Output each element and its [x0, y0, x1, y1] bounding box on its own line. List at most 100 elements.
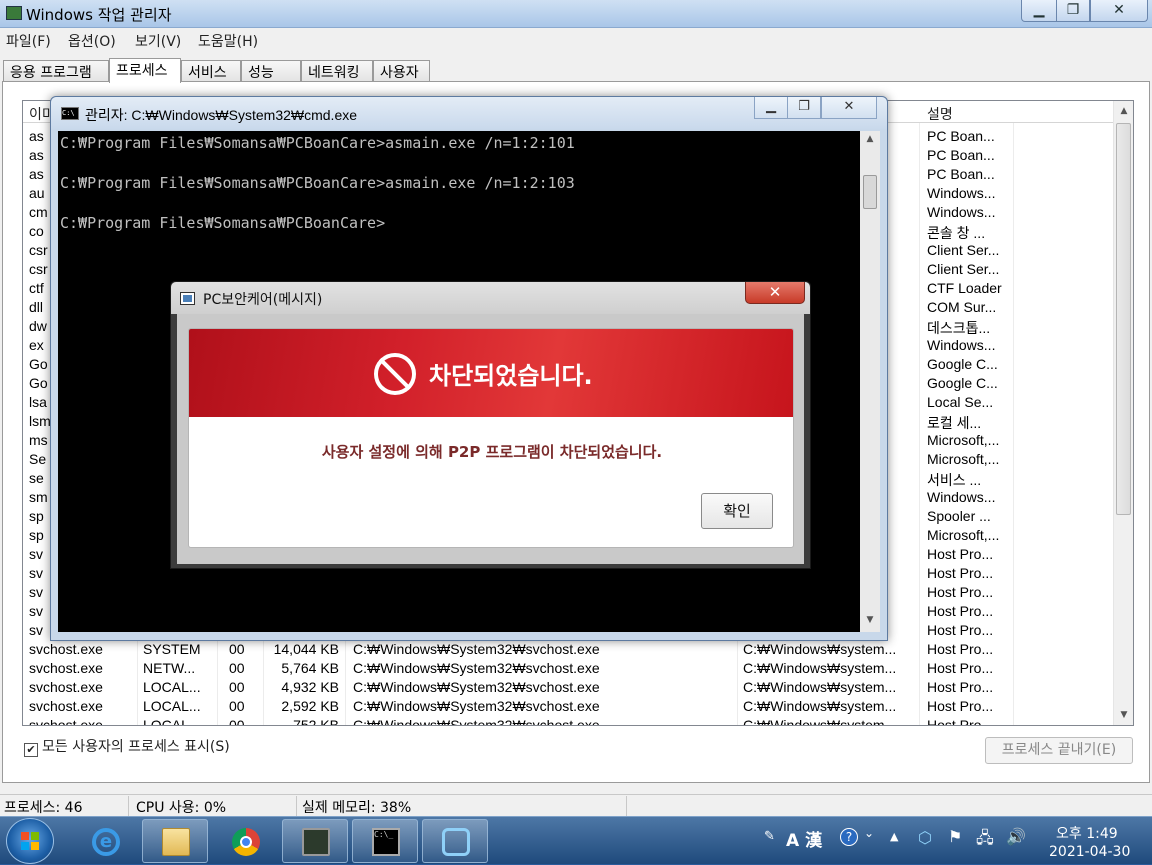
process-description: Windows... — [927, 185, 996, 201]
process-name: svchost.exe — [29, 660, 103, 676]
process-name: sv — [29, 603, 43, 619]
table-row[interactable]: svchost.exe LOCAL... 00 4,932 KB C:₩Windows₩… — [23, 678, 1115, 697]
cmd-titlebar[interactable]: C:\ 관리자: C:₩Windows₩System32₩cmd.exe ▁ ❐… — [51, 97, 887, 129]
process-description: Client Ser... — [927, 242, 1000, 258]
table-row[interactable]: svchost.exe SYSTEM 00 14,044 KB C:₩Windows₩S… — [23, 640, 1115, 659]
process-user: NETW... — [143, 660, 196, 676]
show-all-users-checkbox[interactable]: ✔ 모든 사용자의 프로세스 표시(S) — [24, 736, 230, 757]
process-list-scrollbar[interactable]: ▲ ▼ — [1113, 101, 1133, 725]
menu-file[interactable]: 파일(F) — [6, 31, 51, 51]
system-tray: ✎ A 漢 ? ⌄ ▲ ⬡ ⚑ 🖧 🔊 오후 1:49 2021-04-30 — [760, 817, 1152, 865]
minimize-button[interactable]: ▁ — [1021, 0, 1057, 22]
cmd-maximize-button[interactable]: ❐ — [787, 97, 821, 119]
show-hidden-icons-chevron-icon[interactable]: ▲ — [890, 830, 898, 843]
folder-icon — [162, 828, 190, 856]
cmd-close-button[interactable]: ✕ — [821, 97, 877, 119]
blocked-heading: 차단되었습니다. — [429, 362, 593, 390]
dialog-app-icon — [180, 292, 195, 305]
dialog-titlebar[interactable]: PC보안케어(메시지) ✕ — [171, 282, 810, 314]
menu-help[interactable]: 도움말(H) — [198, 31, 258, 51]
volume-icon[interactable]: 🔊 — [1006, 827, 1026, 846]
process-description: Microsoft,... — [927, 432, 1000, 448]
process-name: au — [29, 185, 45, 201]
process-name: as — [29, 166, 44, 182]
process-cpu: 00 — [229, 641, 245, 657]
process-description: Local Se... — [927, 394, 994, 410]
scrollbar-thumb[interactable] — [863, 175, 877, 209]
ime-mode[interactable]: A 漢 — [786, 826, 822, 851]
process-cpu: 00 — [229, 698, 245, 714]
menu-options[interactable]: 옵션(O) — [68, 31, 116, 51]
process-command-line: C:₩Windows₩system... — [743, 641, 897, 657]
action-center-flag-icon[interactable]: ⚑ — [948, 827, 962, 846]
close-button[interactable]: ✕ — [1090, 0, 1148, 22]
process-command-line: C:₩Windows₩system... — [743, 698, 897, 714]
tab-services[interactable]: 서비스 — [181, 60, 241, 82]
process-name: sv — [29, 622, 43, 638]
process-name: svchost.exe — [29, 679, 103, 695]
process-description: Host Pro... — [927, 679, 994, 695]
process-name: se — [29, 470, 44, 486]
process-description: Windows... — [927, 489, 996, 505]
internet-explorer-icon: e — [92, 828, 120, 856]
dialog-close-button[interactable]: ✕ — [745, 282, 805, 304]
scroll-up-arrow-icon[interactable]: ▲ — [862, 134, 878, 148]
menu-bar: 파일(F) 옵션(O) 보기(V) 도움말(H) — [0, 29, 1152, 51]
ime-tools-icon[interactable]: ✎ — [764, 829, 775, 844]
scrollbar-thumb[interactable] — [1116, 123, 1131, 515]
process-name: as — [29, 128, 44, 144]
process-name: Go — [29, 375, 48, 391]
clock-time[interactable]: 오후 1:49 — [1056, 823, 1118, 843]
help-icon[interactable]: ? — [840, 828, 858, 846]
process-description: Host Pro... — [927, 622, 994, 638]
cmd-minimize-button[interactable]: ▁ — [754, 97, 788, 119]
process-path: C:₩Windows₩System32₩svchost.exe — [353, 717, 600, 726]
taskbar-cmd[interactable]: C:\_ — [352, 819, 418, 863]
process-path: C:₩Windows₩System32₩svchost.exe — [353, 679, 600, 695]
tab-processes[interactable]: 프로세스 — [109, 58, 181, 83]
tab-networking[interactable]: 네트워킹 — [301, 60, 373, 82]
ok-button[interactable]: 확인 — [701, 493, 773, 529]
end-process-button[interactable]: 프로세스 끝내기(E) — [985, 737, 1133, 764]
process-description: Host Pro... — [927, 546, 994, 562]
console-line: C:₩Program Files₩Somansa₩PCBoanCare>asma… — [60, 134, 575, 152]
table-row[interactable]: svchost.exe LOCAL 00 752 KB C:₩Windows₩Syste… — [23, 716, 1115, 726]
taskbar-chrome[interactable] — [212, 819, 278, 863]
process-name: lsa — [29, 394, 47, 410]
tab-applications[interactable]: 응용 프로그램 — [3, 60, 109, 82]
cmd-scrollbar[interactable]: ▲ ▼ — [860, 131, 880, 632]
table-row[interactable]: svchost.exe LOCAL... 00 2,592 KB C:₩Windows₩… — [23, 697, 1115, 716]
cmd-icon: C:\ — [61, 107, 79, 120]
tab-performance[interactable]: 성능 — [241, 60, 301, 82]
tab-users[interactable]: 사용자 — [373, 60, 430, 82]
scroll-down-arrow-icon[interactable]: ▼ — [862, 615, 878, 629]
taskbar-task-manager[interactable] — [282, 819, 348, 863]
process-name: svchost.exe — [29, 717, 103, 726]
table-row[interactable]: svchost.exe NETW... 00 5,764 KB C:₩Windows₩S… — [23, 659, 1115, 678]
checkbox-checked-icon[interactable]: ✔ — [24, 743, 38, 757]
scroll-up-arrow-icon[interactable]: ▲ — [1116, 103, 1132, 119]
menu-view[interactable]: 보기(V) — [135, 31, 181, 51]
pcboancare-icon — [442, 828, 470, 856]
dialog-title: PC보안케어(메시지) — [203, 292, 323, 308]
process-command-line: C:₩Windows₩system... — [743, 679, 897, 695]
process-name: dw — [29, 318, 47, 334]
column-description[interactable]: 설명 — [927, 104, 953, 124]
start-button[interactable] — [6, 818, 54, 864]
process-description: Client Ser... — [927, 261, 1000, 277]
process-description: CTF Loader — [927, 280, 1002, 296]
ime-options-icon[interactable]: ⌄ — [864, 826, 874, 840]
taskbar-explorer[interactable] — [142, 819, 208, 863]
taskbar-pcboancare[interactable] — [422, 819, 488, 863]
task-manager-titlebar[interactable]: Windows 작업 관리자 ▁ ❐ ✕ — [0, 0, 1152, 28]
scroll-down-arrow-icon[interactable]: ▼ — [1116, 707, 1132, 723]
taskbar-ie[interactable]: e — [72, 819, 138, 863]
network-icon[interactable]: 🖧 — [976, 827, 994, 854]
process-name: csr — [29, 261, 48, 277]
process-description: PC Boan... — [927, 166, 995, 182]
clock-date[interactable]: 2021-04-30 — [1049, 844, 1130, 860]
pc-security-dialog: PC보안케어(메시지) ✕ 차단되었습니다. 사용자 설정에 의해 P2P 프로… — [170, 281, 811, 569]
process-description: Host Pro... — [927, 717, 994, 726]
pcboancare-tray-icon[interactable]: ⬡ — [918, 828, 932, 847]
maximize-button[interactable]: ❐ — [1056, 0, 1090, 22]
